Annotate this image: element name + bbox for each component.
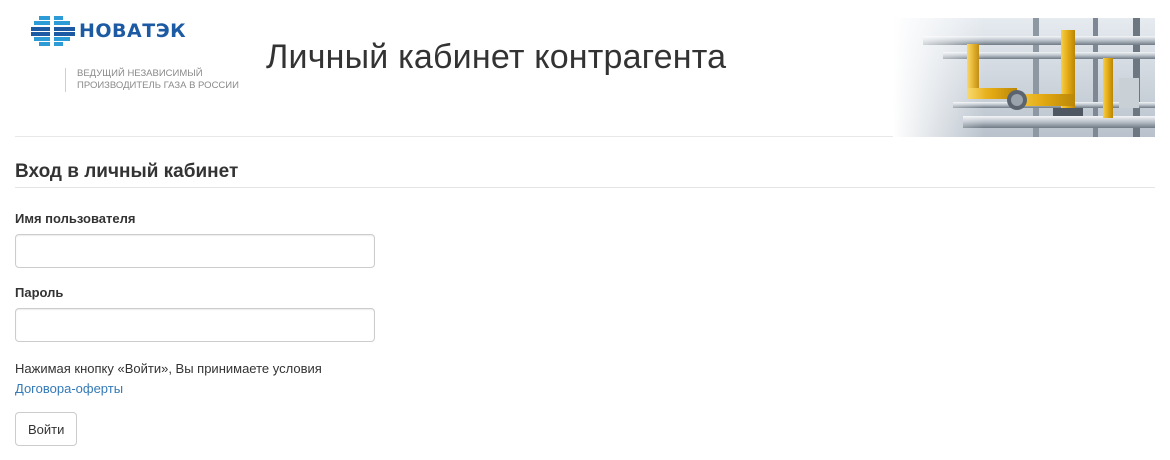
page-header: НОВАТЭК ВЕДУЩИЙ НЕЗАВИСИМЫЙ ПРОИЗВОДИТЕЛ… [15, 0, 1155, 137]
company-tagline: ВЕДУЩИЙ НЕЗАВИСИМЫЙ ПРОИЗВОДИТЕЛЬ ГАЗА В… [65, 68, 239, 92]
terms-notice-text: Нажимая кнопку «Войти», Вы принимаете ус… [15, 361, 322, 376]
username-input[interactable] [15, 234, 375, 268]
offer-contract-link[interactable]: Договора-оферты [15, 379, 322, 399]
tagline-line-1: ВЕДУЩИЙ НЕЗАВИСИМЫЙ [77, 68, 203, 79]
pipeline-banner-image [893, 18, 1155, 137]
logo-text: НОВАТЭК [79, 20, 187, 42]
section-divider [15, 187, 1155, 188]
terms-notice: Нажимая кнопку «Войти», Вы принимаете ус… [15, 359, 322, 399]
pipeline-illustration [893, 18, 1155, 137]
novatek-logo[interactable]: НОВАТЭК [31, 16, 186, 46]
login-section-title: Вход в личный кабинет [15, 161, 239, 182]
username-label: Имя пользователя [15, 211, 136, 226]
login-button[interactable]: Войти [15, 412, 78, 446]
password-label: Пароль [15, 285, 64, 300]
password-input[interactable] [15, 308, 375, 342]
tagline-line-2: ПРОИЗВОДИТЕЛЬ ГАЗА В РОССИИ [77, 80, 239, 91]
novatek-logo-mark-icon [31, 16, 75, 46]
page-title: Личный кабинет контрагента [266, 38, 727, 76]
